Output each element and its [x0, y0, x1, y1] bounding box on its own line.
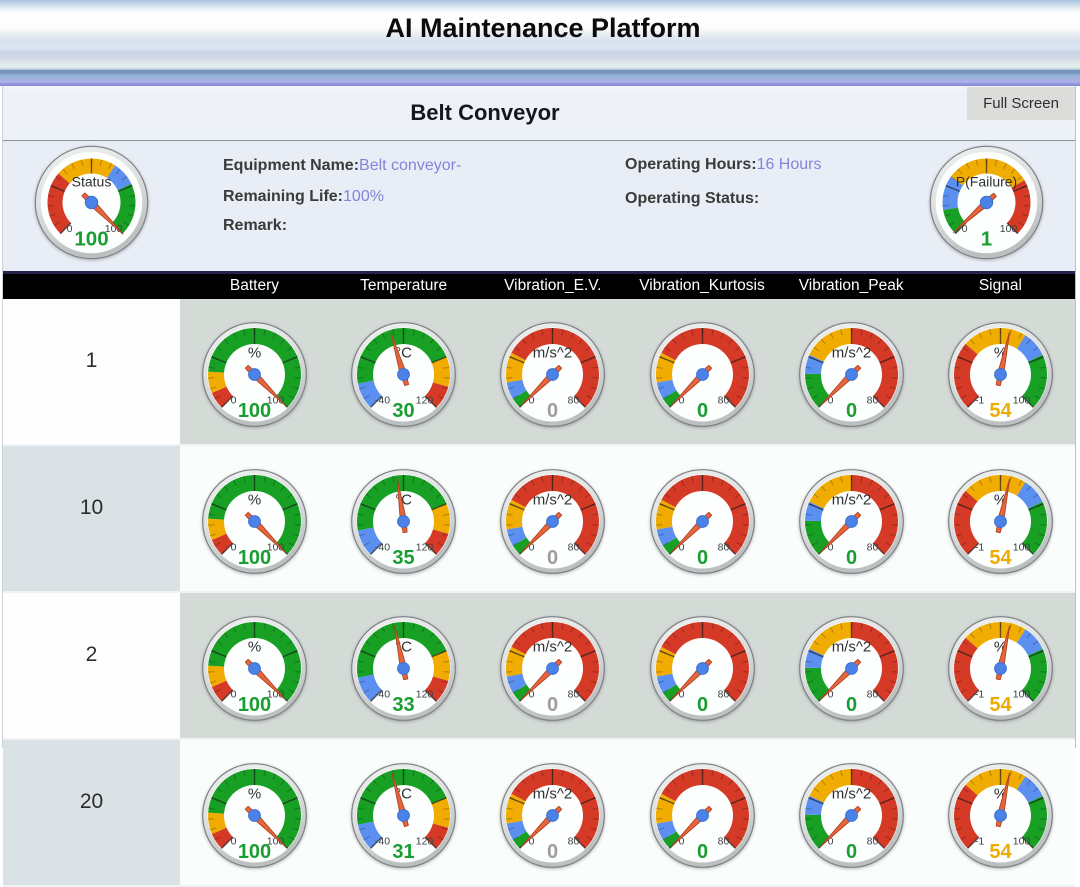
svg-text:54: 54 — [989, 547, 1012, 569]
svg-text:54: 54 — [989, 694, 1012, 716]
svg-text:m/s^2: m/s^2 — [533, 639, 573, 656]
svg-text:%: % — [248, 492, 261, 509]
svg-text:120: 120 — [416, 689, 434, 701]
svg-text:100: 100 — [1013, 395, 1031, 407]
svg-text:0: 0 — [696, 400, 707, 422]
svg-text:31: 31 — [393, 841, 415, 863]
svg-text:-1: -1 — [975, 836, 984, 848]
svg-text:0: 0 — [846, 694, 857, 716]
svg-text:100: 100 — [1000, 223, 1018, 235]
svg-text:1: 1 — [981, 228, 992, 251]
svg-text:0: 0 — [696, 547, 707, 569]
svg-text:m/s^2: m/s^2 — [831, 639, 871, 656]
svg-text:%: % — [248, 639, 261, 656]
svg-text:100: 100 — [238, 841, 271, 863]
svg-text:P(Failure): P(Failure) — [956, 174, 1017, 190]
svg-text:m/s^2: m/s^2 — [831, 345, 871, 362]
svg-text:0: 0 — [696, 841, 707, 863]
svg-text:0: 0 — [846, 400, 857, 422]
svg-text:m/s^2: m/s^2 — [533, 786, 573, 803]
svg-text:80: 80 — [866, 836, 878, 848]
svg-text:100: 100 — [1013, 836, 1031, 848]
svg-text:120: 120 — [416, 836, 434, 848]
svg-text:0: 0 — [231, 689, 237, 701]
svg-text:0: 0 — [231, 542, 237, 554]
svg-text:0: 0 — [547, 841, 558, 863]
svg-text:Status: Status — [72, 174, 112, 190]
svg-text:m/s^2: m/s^2 — [533, 492, 573, 509]
svg-text:54: 54 — [989, 841, 1012, 863]
svg-text:100: 100 — [74, 228, 108, 251]
svg-text:m/s^2: m/s^2 — [533, 345, 573, 362]
svg-text:0: 0 — [547, 694, 558, 716]
svg-text:80: 80 — [568, 542, 580, 554]
svg-text:80: 80 — [866, 542, 878, 554]
svg-text:-40: -40 — [375, 836, 390, 848]
svg-text:-1: -1 — [975, 395, 984, 407]
svg-text:80: 80 — [866, 395, 878, 407]
svg-text:80: 80 — [717, 689, 729, 701]
svg-text:80: 80 — [568, 836, 580, 848]
svg-text:30: 30 — [393, 400, 415, 422]
svg-text:100: 100 — [1013, 542, 1031, 554]
svg-text:-40: -40 — [375, 542, 390, 554]
svg-text:m/s^2: m/s^2 — [831, 492, 871, 509]
svg-text:0: 0 — [547, 547, 558, 569]
svg-text:100: 100 — [1013, 689, 1031, 701]
svg-text:-1: -1 — [975, 542, 984, 554]
svg-text:80: 80 — [866, 689, 878, 701]
svg-text:100: 100 — [238, 400, 271, 422]
svg-text:80: 80 — [717, 395, 729, 407]
svg-text:0: 0 — [846, 841, 857, 863]
svg-text:0: 0 — [67, 223, 73, 235]
svg-text:0: 0 — [846, 547, 857, 569]
svg-text:100: 100 — [238, 547, 271, 569]
svg-text:80: 80 — [568, 689, 580, 701]
svg-text:120: 120 — [416, 542, 434, 554]
svg-text:-1: -1 — [975, 689, 984, 701]
svg-text:-40: -40 — [375, 395, 390, 407]
svg-text:-40: -40 — [375, 689, 390, 701]
svg-text:m/s^2: m/s^2 — [831, 786, 871, 803]
svg-text:0: 0 — [696, 694, 707, 716]
svg-text:35: 35 — [393, 547, 415, 569]
svg-text:0: 0 — [231, 836, 237, 848]
svg-text:%: % — [248, 345, 261, 362]
svg-text:80: 80 — [717, 836, 729, 848]
svg-text:%: % — [248, 786, 261, 803]
svg-text:100: 100 — [238, 694, 271, 716]
svg-text:80: 80 — [568, 395, 580, 407]
svg-text:120: 120 — [416, 395, 434, 407]
svg-text:54: 54 — [989, 400, 1012, 422]
svg-text:33: 33 — [393, 694, 415, 716]
svg-text:80: 80 — [717, 542, 729, 554]
svg-text:0: 0 — [547, 400, 558, 422]
svg-text:0: 0 — [231, 395, 237, 407]
